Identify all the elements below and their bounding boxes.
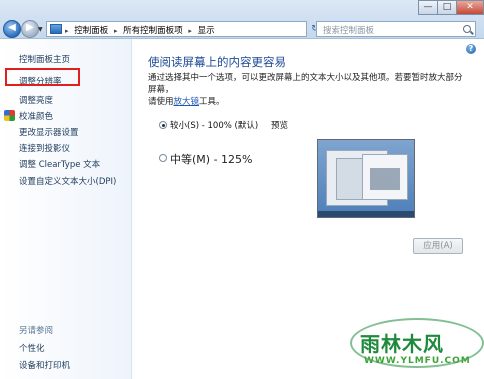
history-dropdown-icon[interactable]: ▼ xyxy=(38,26,43,33)
sidebar-item-home[interactable]: 控制面板主页 xyxy=(19,53,70,65)
preview-label: 预览 xyxy=(271,121,289,131)
forward-arrow-icon: ▶ xyxy=(26,22,34,33)
size-medium-label[interactable]: 中等(M) - 125% xyxy=(170,151,252,167)
preview-image xyxy=(317,139,415,218)
breadcrumb-item-control-panel[interactable]: 控制面板 xyxy=(74,26,108,36)
sidebar-item-cleartype[interactable]: 调整 ClearType 文本 xyxy=(19,158,100,170)
maximize-button[interactable]: □ xyxy=(437,0,457,15)
close-button[interactable]: ✕ xyxy=(456,0,484,15)
address-toolbar: ◀ ▶ ▼ ▸ 控制面板 ▸ 所有控制面板项 ▸ 显示 ▼ ↻ 搜索控制面板 —… xyxy=(0,0,484,39)
watermark-url: WWW.YLMFU.COM xyxy=(364,356,471,366)
breadcrumb-item-display[interactable]: 显示 xyxy=(198,26,215,36)
see-also-personalization[interactable]: 个性化 xyxy=(19,342,45,354)
breadcrumb-separator-icon: ▸ xyxy=(65,27,69,35)
search-placeholder: 搜索控制面板 xyxy=(323,26,375,36)
sidebar-item-adjust-brightness[interactable]: 调整亮度 xyxy=(19,94,53,106)
breadcrumb-separator-icon: ▸ xyxy=(113,27,118,35)
control-panel-icon xyxy=(50,24,62,34)
see-also-devices-printers[interactable]: 设备和打印机 xyxy=(19,359,70,371)
sidebar-item-calibrate-color[interactable]: 校准颜色 xyxy=(19,110,53,122)
highlight-box xyxy=(5,68,80,86)
size-medium-radio[interactable] xyxy=(159,154,167,162)
preview-window-content xyxy=(370,168,400,190)
see-also-heading: 另请参阅 xyxy=(19,326,54,336)
sidebar-item-connect-projector[interactable]: 连接到投影仪 xyxy=(19,142,70,154)
back-button[interactable]: ◀ xyxy=(3,20,21,38)
size-smaller-radio[interactable] xyxy=(159,121,167,129)
help-icon[interactable]: ? xyxy=(466,44,476,54)
preview-taskbar xyxy=(318,211,414,217)
page-title: 使阅读屏幕上的内容更容易 xyxy=(148,55,286,69)
shield-icon xyxy=(4,110,15,121)
apply-button[interactable]: 应用(A) xyxy=(413,238,463,254)
back-arrow-icon: ◀ xyxy=(8,22,16,33)
page-description: 通过选择其中一个选项，可以更改屏幕上的文本大小以及其他项。若要暂时放大部分屏幕，… xyxy=(148,72,468,108)
size-smaller-label[interactable]: 较小(S) - 100% (默认) xyxy=(170,119,258,131)
forward-button[interactable]: ▶ xyxy=(21,20,39,38)
magnifier-link[interactable]: 放大镜 xyxy=(174,97,200,107)
sidebar-item-custom-dpi[interactable]: 设置自定义文本大小(DPI) xyxy=(19,175,116,187)
sidebar-item-change-display-settings[interactable]: 更改显示器设置 xyxy=(19,126,79,138)
search-icon[interactable] xyxy=(463,25,471,33)
description-line-2-suffix: 工具。 xyxy=(199,97,225,107)
breadcrumb-separator-icon: ▸ xyxy=(188,27,192,35)
minimize-button[interactable]: — xyxy=(418,0,438,15)
description-line-1: 通过选择其中一个选项，可以更改屏幕上的文本大小以及其他项。若要暂时放大部分屏幕， xyxy=(148,73,463,95)
window-controls: — □ ✕ xyxy=(418,0,484,15)
address-bar[interactable]: ▸ 控制面板 ▸ 所有控制面板项 ▸ 显示 ▼ xyxy=(46,21,344,37)
watermark-logo: 雨林木风 WWW.YLMFU.COM xyxy=(350,316,484,379)
breadcrumb-item-all-items[interactable]: 所有控制面板项 xyxy=(123,26,183,36)
description-line-2-prefix: 请使用 xyxy=(148,97,174,107)
search-input[interactable]: 搜索控制面板 xyxy=(316,21,476,37)
breadcrumb: ▸ 控制面板 ▸ 所有控制面板项 ▸ 显示 xyxy=(65,24,218,36)
watermark-text: 雨林木风 xyxy=(360,332,444,356)
sidebar: 控制面板主页 调整分辨率 调整亮度 校准颜色 更改显示器设置 连接到投影仪 调整… xyxy=(0,39,132,379)
